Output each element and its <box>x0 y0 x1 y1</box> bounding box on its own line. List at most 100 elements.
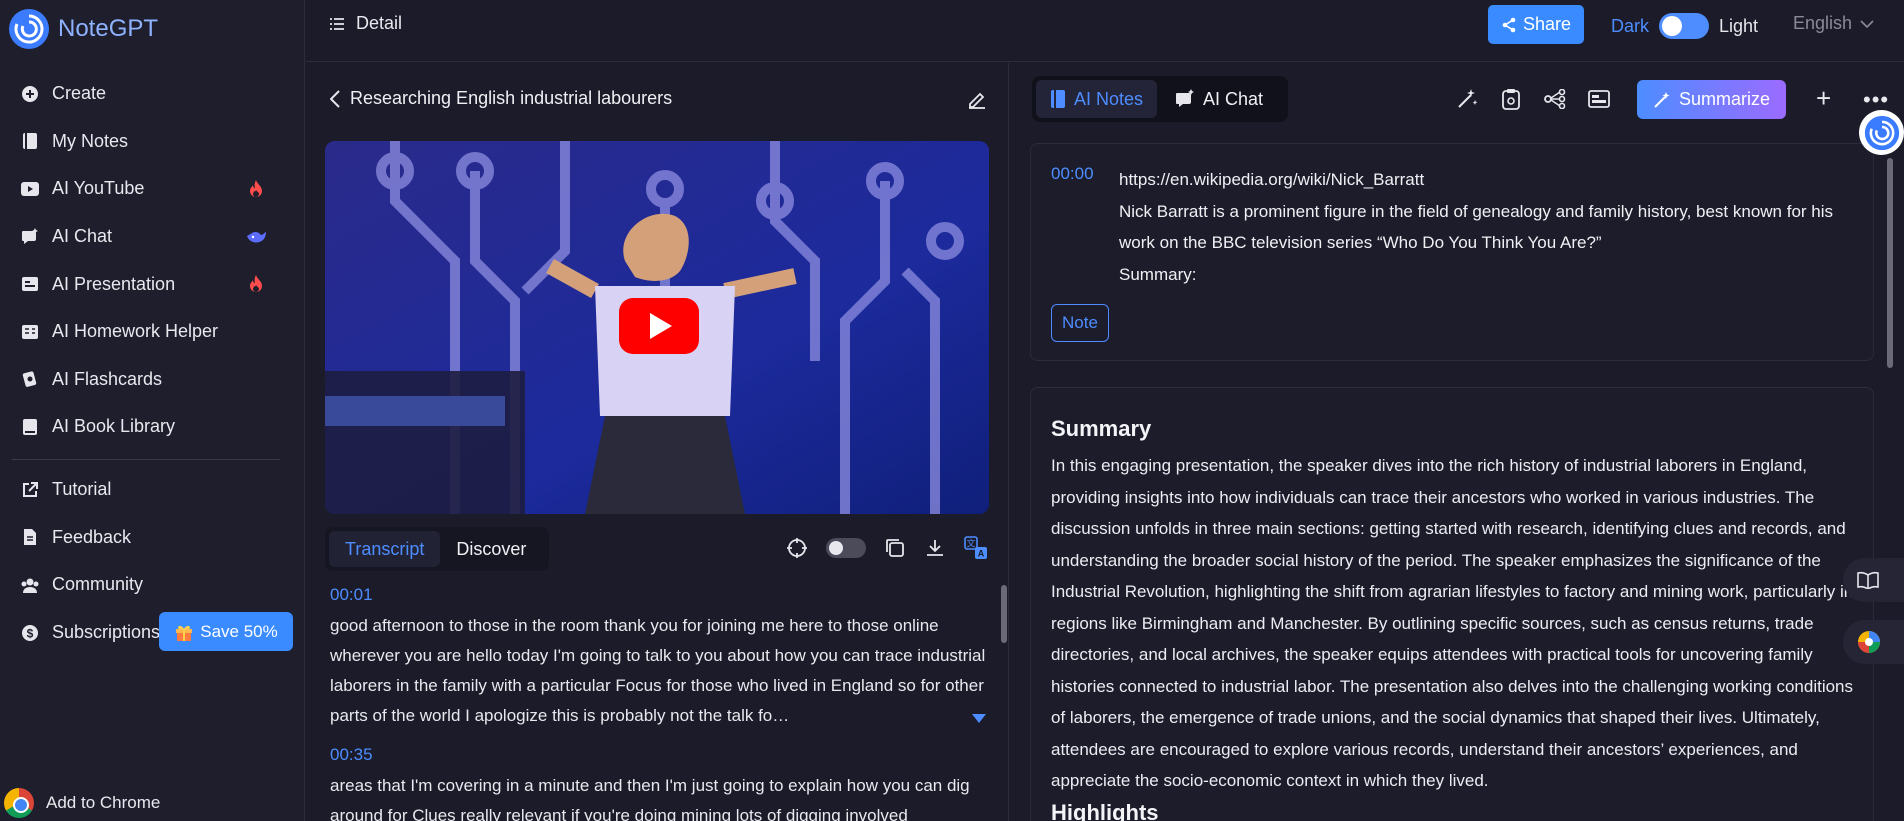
sidebar-item-create[interactable]: Create <box>0 70 305 118</box>
summarize-button[interactable]: Summarize <box>1637 80 1786 119</box>
tab-ai-notes[interactable]: AI Notes <box>1036 80 1158 118</box>
tab-transcript[interactable]: Transcript <box>329 531 441 567</box>
segment-timestamp[interactable]: 00:35 <box>330 745 1002 765</box>
summary-heading: Summary <box>1051 416 1152 441</box>
transcript-segment[interactable]: 00:01 good afternoon to those in the roo… <box>330 585 1002 731</box>
note-card: 00:00 https://en.wikipedia.org/wiki/Nick… <box>1030 143 1874 361</box>
notegpt-logo-icon <box>1864 115 1899 150</box>
svg-text:A: A <box>978 549 985 559</box>
logo[interactable]: NoteGPT <box>8 8 158 50</box>
segment-timestamp[interactable]: 00:01 <box>330 585 1002 605</box>
tab-ai-notes-label: AI Notes <box>1074 88 1144 109</box>
sidebar-item-label: AI YouTube <box>52 178 145 199</box>
sidebar-divider <box>12 459 280 460</box>
sidebar-item-ai-flashcards[interactable]: AI Flashcards <box>0 356 305 404</box>
flashcards-icon <box>20 369 40 389</box>
fire-icon <box>250 275 262 293</box>
sidebar-item-label: AI Flashcards <box>52 368 163 389</box>
back-chevron-icon[interactable] <box>330 89 340 108</box>
transcript-segment[interactable]: 00:35 areas that I'm covering in a minut… <box>330 745 1002 821</box>
clipboard-icon[interactable] <box>1499 87 1523 111</box>
community-icon <box>20 575 40 595</box>
sync-toggle[interactable] <box>826 538 866 558</box>
expand-caret-icon[interactable] <box>972 714 986 723</box>
presentation-icon <box>20 274 40 294</box>
sidebar: NoteGPT Create My Notes AI YouTube AI Ch… <box>0 0 305 821</box>
sidebar-item-ai-chat[interactable]: AI Chat <box>0 213 305 261</box>
language-select[interactable]: English <box>1793 13 1874 34</box>
floating-notegpt-button[interactable] <box>1859 110 1904 155</box>
tab-ai-chat-label: AI Chat <box>1203 88 1264 109</box>
theme-toggle[interactable] <box>1659 13 1710 39</box>
top-bar: Detail Share Dark Light English <box>306 0 1904 62</box>
note-text: Nick Barratt is a prominent figure in th… <box>1119 201 1834 253</box>
notes-panel: AI Notes AI Chat Summarize + ••• 00:00 h… <box>1010 63 1904 821</box>
sidebar-item-label: Create <box>52 83 107 104</box>
save-50-button[interactable]: Save 50% <box>159 612 293 651</box>
plus-circle-icon <box>20 84 40 104</box>
summary-text: In this engaging presentation, the speak… <box>1051 456 1854 790</box>
edit-icon[interactable] <box>966 88 988 110</box>
highlights-heading: Highlights <box>1051 800 1159 821</box>
sidebar-item-label: Tutorial <box>52 479 112 500</box>
detail-header: Detail <box>330 13 402 34</box>
download-icon[interactable] <box>924 537 946 559</box>
floating-palette-button[interactable] <box>1843 620 1904 664</box>
transcript-list: 00:01 good afternoon to those in the roo… <box>330 585 1002 821</box>
copy-icon[interactable] <box>884 537 906 559</box>
notegpt-logo-icon <box>9 9 49 49</box>
add-to-chrome[interactable]: Add to Chrome <box>4 788 160 818</box>
transcript-scrollbar[interactable] <box>1001 585 1007 643</box>
light-label: Light <box>1719 15 1759 36</box>
video-panel: Researching English industrial labourers <box>306 63 1009 821</box>
save-50-label: Save 50% <box>200 621 278 641</box>
sidebar-item-label: Feedback <box>52 526 132 547</box>
slides-icon[interactable] <box>1587 87 1611 111</box>
sidebar-item-label: Subscriptions <box>52 622 161 643</box>
video-title-row: Researching English industrial labourers <box>330 88 672 109</box>
chrome-icon <box>4 788 34 818</box>
play-button[interactable] <box>619 298 699 354</box>
sidebar-item-ai-book-library[interactable]: AI Book Library <box>0 403 305 451</box>
chat-icon <box>20 227 40 247</box>
notes-tabs: AI Notes AI Chat <box>1032 76 1288 122</box>
tab-discover[interactable]: Discover <box>440 531 542 567</box>
transcript-tools: 文A <box>786 536 988 560</box>
segment-text: good afternoon to those in the room than… <box>330 616 986 725</box>
sidebar-item-tutorial[interactable]: Tutorial <box>0 466 305 514</box>
add-icon[interactable]: + <box>1816 83 1831 114</box>
dark-label: Dark <box>1611 15 1650 36</box>
share-label: Share <box>1522 14 1572 34</box>
share-icon <box>1502 17 1516 32</box>
sidebar-item-feedback[interactable]: Feedback <box>0 514 305 562</box>
sidebar-item-ai-presentation[interactable]: AI Presentation <box>0 260 305 308</box>
external-link-icon <box>20 480 40 500</box>
notes-scrollbar[interactable] <box>1887 158 1893 368</box>
note-timestamp[interactable]: 00:00 <box>1051 164 1094 184</box>
sidebar-nav: Create My Notes AI YouTube AI Chat AI Pr… <box>0 70 305 451</box>
theme-switch: Dark Light <box>1611 13 1758 39</box>
note-button[interactable]: Note <box>1051 304 1109 342</box>
share-button[interactable]: Share <box>1488 5 1584 44</box>
book-icon <box>20 417 40 437</box>
video-player[interactable] <box>325 141 989 514</box>
translate-icon[interactable]: 文A <box>964 536 988 560</box>
svg-text:$: $ <box>27 626 34 640</box>
more-options-icon[interactable]: ••• <box>1863 87 1889 113</box>
youtube-icon <box>20 179 40 199</box>
sidebar-item-label: AI Book Library <box>52 416 176 437</box>
video-title: Researching English industrial labourers <box>350 88 673 108</box>
mindmap-icon[interactable] <box>1543 87 1567 111</box>
locate-icon[interactable] <box>786 537 808 559</box>
floating-book-button[interactable] <box>1843 558 1904 602</box>
sidebar-item-community[interactable]: Community <box>0 561 305 609</box>
wand-icon <box>1654 91 1670 108</box>
sidebar-item-ai-homework-helper[interactable]: AI Homework Helper <box>0 308 305 356</box>
tab-ai-chat[interactable]: AI Chat <box>1161 80 1277 118</box>
note-url: https://en.wikipedia.org/wiki/Nick_Barra… <box>1119 170 1425 189</box>
sidebar-item-my-notes[interactable]: My Notes <box>0 118 305 166</box>
homework-icon <box>20 322 40 342</box>
sidebar-item-ai-youtube[interactable]: AI YouTube <box>0 165 305 213</box>
list-icon[interactable] <box>330 17 344 30</box>
magic-wand-icon[interactable] <box>1455 87 1479 111</box>
